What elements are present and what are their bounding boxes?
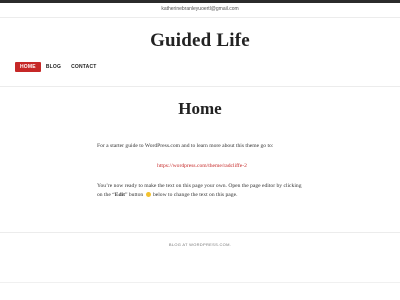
footer-divider xyxy=(0,232,400,233)
theme-link-paragraph: https://wordpress.com/theme/radcliffe-2 xyxy=(97,162,307,171)
body-paragraph: You’re now ready to make the text on thi… xyxy=(97,182,307,200)
header-divider xyxy=(0,17,400,18)
top-rule xyxy=(0,0,400,3)
footer-credit-link[interactable]: BLOG AT WORDPRESS.COM. xyxy=(0,242,400,247)
nav-item-blog[interactable]: BLOG xyxy=(41,62,66,72)
body-text-after-edit: ” button xyxy=(124,192,145,198)
nav-divider xyxy=(0,86,400,87)
contact-email-link[interactable]: katherinebranleyuoertl@gmail.com xyxy=(0,6,400,12)
page-title: Home xyxy=(178,99,222,118)
main-navigation: HOME BLOG CONTACT xyxy=(15,62,102,72)
edit-label: Edit xyxy=(114,192,125,198)
site-title[interactable]: Guided Life xyxy=(0,30,400,52)
intro-paragraph: For a starter guide to WordPress.com and… xyxy=(97,143,274,149)
pencil-icon xyxy=(145,191,151,197)
nav-item-contact[interactable]: CONTACT xyxy=(66,62,101,72)
bottom-divider xyxy=(0,282,400,283)
theme-link[interactable]: https://wordpress.com/theme/radcliffe-2 xyxy=(157,163,247,169)
nav-item-home[interactable]: HOME xyxy=(15,62,41,72)
body-text-end: below to change the text on this page. xyxy=(151,192,238,198)
